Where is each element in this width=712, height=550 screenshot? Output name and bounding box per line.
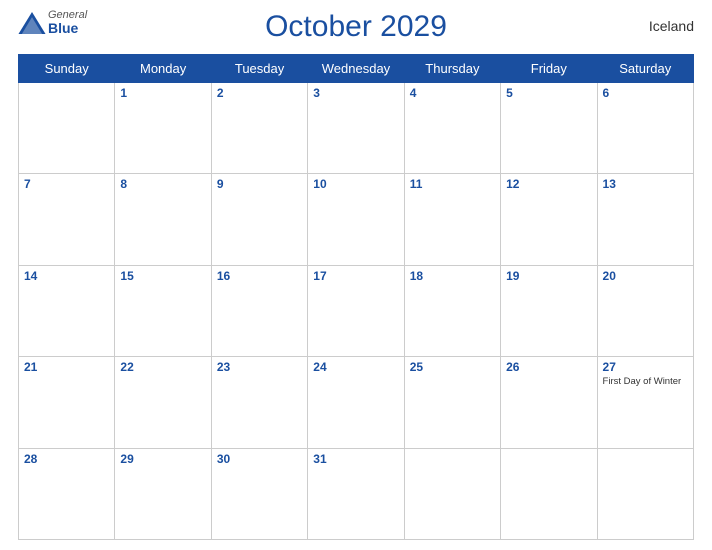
calendar-cell: 31	[308, 448, 404, 539]
day-number: 3	[313, 86, 320, 100]
day-number: 4	[410, 86, 417, 100]
col-wednesday: Wednesday	[308, 55, 404, 83]
day-number: 30	[217, 452, 230, 466]
day-number: 19	[506, 269, 519, 283]
calendar-cell	[597, 448, 693, 539]
day-number: 27	[603, 360, 616, 374]
calendar-week-row: 28 29 30 31	[19, 448, 694, 539]
logo-blue-text: Blue	[48, 21, 87, 35]
logo: General Blue	[18, 10, 87, 35]
calendar-cell: 7	[19, 174, 115, 265]
calendar-header-row: Sunday Monday Tuesday Wednesday Thursday…	[19, 55, 694, 83]
day-number: 31	[313, 452, 326, 466]
calendar-cell: 19	[501, 265, 597, 356]
calendar-cell: 18	[404, 265, 500, 356]
calendar-table: Sunday Monday Tuesday Wednesday Thursday…	[18, 54, 694, 540]
day-number: 5	[506, 86, 513, 100]
calendar-cell: 21	[19, 357, 115, 448]
calendar-cell: 5	[501, 83, 597, 174]
day-number: 8	[120, 177, 127, 191]
col-tuesday: Tuesday	[211, 55, 307, 83]
calendar-cell: 1	[115, 83, 211, 174]
day-number: 25	[410, 360, 423, 374]
calendar-cell: 28	[19, 448, 115, 539]
day-number: 24	[313, 360, 326, 374]
calendar-title: October 2029	[265, 10, 447, 44]
calendar-cell: 15	[115, 265, 211, 356]
calendar-cell: 2	[211, 83, 307, 174]
day-number: 18	[410, 269, 423, 283]
day-number: 7	[24, 177, 31, 191]
day-number: 23	[217, 360, 230, 374]
col-friday: Friday	[501, 55, 597, 83]
calendar-cell: 22	[115, 357, 211, 448]
day-number: 14	[24, 269, 37, 283]
calendar-cell: 23	[211, 357, 307, 448]
day-number: 11	[410, 177, 423, 191]
calendar-event: First Day of Winter	[603, 376, 688, 387]
calendar-cell: 30	[211, 448, 307, 539]
day-number: 17	[313, 269, 326, 283]
calendar-cell: 11	[404, 174, 500, 265]
day-number: 29	[120, 452, 133, 466]
day-number: 26	[506, 360, 519, 374]
calendar-cell	[19, 83, 115, 174]
day-number: 10	[313, 177, 326, 191]
day-number: 21	[24, 360, 37, 374]
calendar-cell: 9	[211, 174, 307, 265]
col-monday: Monday	[115, 55, 211, 83]
calendar-cell: 13	[597, 174, 693, 265]
calendar-cell: 3	[308, 83, 404, 174]
col-sunday: Sunday	[19, 55, 115, 83]
calendar-cell: 10	[308, 174, 404, 265]
calendar-cell: 17	[308, 265, 404, 356]
calendar-week-row: 21 22 23 24 25 26 27 First Day of Winter	[19, 357, 694, 448]
day-number: 13	[603, 177, 616, 191]
calendar-cell: 16	[211, 265, 307, 356]
day-number: 28	[24, 452, 37, 466]
calendar-cell: 8	[115, 174, 211, 265]
day-number: 1	[120, 86, 127, 100]
calendar-cell: 24	[308, 357, 404, 448]
day-number: 22	[120, 360, 133, 374]
day-number: 20	[603, 269, 616, 283]
calendar-cell: 6	[597, 83, 693, 174]
day-number: 15	[120, 269, 133, 283]
calendar-week-row: 1 2 3 4 5 6	[19, 83, 694, 174]
calendar-week-row: 14 15 16 17 18 19 20	[19, 265, 694, 356]
calendar-cell	[501, 448, 597, 539]
calendar-cell	[404, 448, 500, 539]
col-thursday: Thursday	[404, 55, 500, 83]
calendar-cell: 29	[115, 448, 211, 539]
col-saturday: Saturday	[597, 55, 693, 83]
calendar-cell: 20	[597, 265, 693, 356]
calendar-cell: 26	[501, 357, 597, 448]
calendar-cell: 25	[404, 357, 500, 448]
day-number: 12	[506, 177, 519, 191]
country-label: Iceland	[649, 18, 694, 34]
calendar-cell: 4	[404, 83, 500, 174]
calendar-cell: 27 First Day of Winter	[597, 357, 693, 448]
calendar-cell: 12	[501, 174, 597, 265]
day-number: 6	[603, 86, 610, 100]
day-number: 9	[217, 177, 224, 191]
calendar-week-row: 7 8 9 10 11 12 13	[19, 174, 694, 265]
day-number: 2	[217, 86, 224, 100]
day-number: 16	[217, 269, 230, 283]
calendar-cell: 14	[19, 265, 115, 356]
